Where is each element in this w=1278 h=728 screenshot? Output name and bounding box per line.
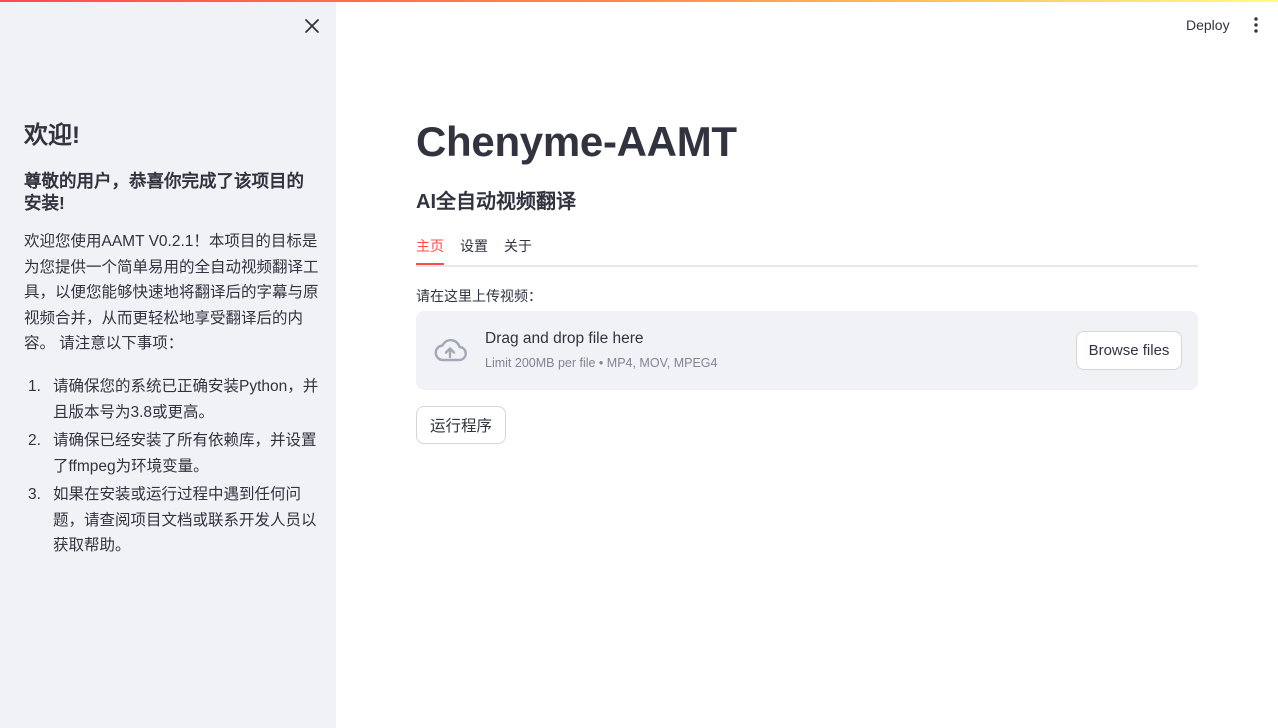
list-item: 3. 如果在安装或运行过程中遇到任何问题，请查阅项目文档或联系开发人员以获取帮助…	[24, 482, 320, 559]
sidebar: 欢迎! 尊敬的用户，恭喜你完成了该项目的安装! 欢迎您使用AAMT V0.2.1…	[0, 0, 336, 728]
list-item-text: 请确保已经安装了所有依赖库，并设置了ffmpeg为环境变量。	[53, 432, 317, 475]
active-tab-indicator	[416, 263, 444, 265]
file-dropzone[interactable]: Drag and drop file here Limit 200MB per …	[416, 311, 1198, 390]
deploy-button[interactable]: Deploy	[1180, 12, 1236, 38]
dropzone-instruction: Drag and drop file here	[485, 330, 644, 347]
tab-bar: 主页 设置 关于	[416, 232, 1198, 267]
dropzone-limit-text: Limit 200MB per file • MP4, MOV, MPEG4	[485, 356, 718, 370]
page-subtitle: AI全自动视频翻译	[416, 191, 576, 213]
list-item-number: 3.	[28, 486, 41, 503]
list-item-text: 请确保您的系统已正确安装Python，并且版本号为3.8或更高。	[53, 378, 319, 421]
list-item: 2. 请确保已经安装了所有依赖库，并设置了ffmpeg为环境变量。	[24, 428, 320, 479]
list-item-number: 2.	[28, 432, 41, 449]
sidebar-intro-paragraph: 欢迎您使用AAMT V0.2.1！本项目的目标是为您提供一个简单易用的全自动视频…	[24, 233, 319, 352]
tab-home[interactable]: 主页	[416, 236, 444, 266]
page-title: Chenyme-AAMT	[416, 118, 737, 165]
list-item-number: 1.	[28, 378, 41, 395]
cloud-upload-icon	[432, 333, 468, 369]
sidebar-notes-list: 1. 请确保您的系统已正确安装Python，并且版本号为3.8或更高。 2. 请…	[24, 374, 320, 562]
tab-settings[interactable]: 设置	[460, 236, 488, 266]
tab-about[interactable]: 关于	[504, 236, 532, 266]
browse-files-button[interactable]: Browse files	[1076, 331, 1182, 370]
sidebar-subtitle: 尊敬的用户，恭喜你完成了该项目的安装!	[24, 171, 304, 213]
close-icon[interactable]	[300, 14, 324, 38]
list-item-text: 如果在安装或运行过程中遇到任何问题，请查阅项目文档或联系开发人员以获取帮助。	[53, 486, 317, 554]
sidebar-title: 欢迎!	[24, 122, 80, 149]
top-decoration-bar	[0, 0, 1278, 2]
list-item: 1. 请确保您的系统已正确安装Python，并且版本号为3.8或更高。	[24, 374, 320, 425]
upload-label: 请在这里上传视频：	[416, 288, 542, 304]
kebab-menu-icon[interactable]	[1246, 12, 1266, 38]
run-program-button[interactable]: 运行程序	[416, 406, 506, 444]
